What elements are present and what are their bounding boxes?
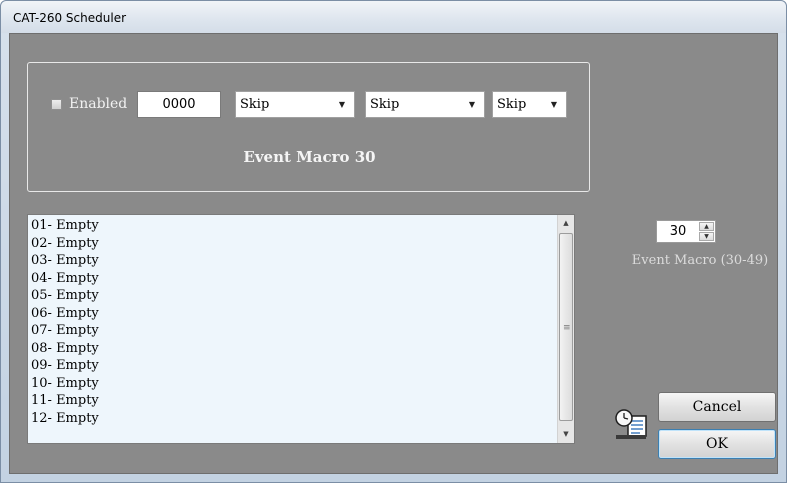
list-item[interactable]: 01- Empty	[31, 217, 99, 235]
scheduler-window: CAT-260 Scheduler Enabled 0000 Skip ▼ Sk…	[0, 0, 787, 483]
grip-icon: ≡	[563, 323, 571, 333]
list-item[interactable]: 12- Empty	[31, 410, 99, 428]
event-macro-title: Event Macro 30	[243, 148, 376, 166]
chevron-down-icon: ▼	[338, 100, 345, 109]
list-item[interactable]: 10- Empty	[31, 375, 99, 393]
scroll-up-arrow-icon[interactable]: ▲	[558, 215, 574, 232]
list-item[interactable]: 02- Empty	[31, 235, 99, 253]
ok-button[interactable]: OK	[658, 429, 776, 459]
title-bar[interactable]: CAT-260 Scheduler	[1, 1, 786, 33]
action-select-3[interactable]: Skip ▼	[492, 91, 567, 118]
window-title: CAT-260 Scheduler	[13, 11, 127, 25]
scheduler-clock-document-icon[interactable]	[614, 409, 650, 441]
list-item[interactable]: 09- Empty	[31, 357, 99, 375]
checkbox-box[interactable]	[51, 98, 62, 110]
vertical-scrollbar[interactable]: ▲ ≡ ▼	[557, 215, 574, 443]
macro-list: 01- Empty 02- Empty 03- Empty 04- Empty 05- …	[31, 217, 99, 427]
scroll-down-arrow-icon[interactable]: ▼	[558, 426, 574, 443]
spinner-buttons: ▲ ▼	[699, 222, 714, 241]
list-item[interactable]: 08- Empty	[31, 340, 99, 358]
list-item[interactable]: 07- Empty	[31, 322, 99, 340]
enabled-checkbox[interactable]: Enabled	[51, 96, 127, 112]
spinner-down-icon[interactable]: ▼	[699, 232, 714, 241]
client-area: Enabled 0000 Skip ▼ Skip ▼ Skip ▼ Event …	[9, 33, 778, 474]
action-select-2-value: Skip	[370, 97, 400, 112]
spinner-up-icon[interactable]: ▲	[699, 222, 714, 231]
chevron-down-icon: ▼	[550, 100, 557, 109]
scrollbar-thumb[interactable]: ≡	[559, 233, 573, 421]
event-macro-spinner[interactable]: 30 ▲ ▼	[656, 220, 716, 243]
macro-listbox[interactable]: 01- Empty 02- Empty 03- Empty 04- Empty 05- …	[27, 214, 575, 444]
event-macro-group: Enabled 0000 Skip ▼ Skip ▼ Skip ▼ Event …	[27, 62, 590, 192]
action-select-2[interactable]: Skip ▼	[365, 91, 485, 118]
chevron-down-icon: ▼	[468, 100, 475, 109]
spinner-value[interactable]: 30	[657, 221, 699, 242]
enabled-label: Enabled	[69, 96, 128, 112]
time-field[interactable]: 0000	[137, 91, 221, 118]
list-item[interactable]: 05- Empty	[31, 287, 99, 305]
action-select-3-value: Skip	[497, 97, 527, 112]
list-item[interactable]: 04- Empty	[31, 270, 99, 288]
action-select-1[interactable]: Skip ▼	[235, 91, 355, 118]
cancel-button[interactable]: Cancel	[658, 392, 776, 422]
action-select-1-value: Skip	[240, 97, 270, 112]
list-item[interactable]: 03- Empty	[31, 252, 99, 270]
spinner-label: Event Macro (30-49)	[631, 253, 769, 268]
list-item[interactable]: 11- Empty	[31, 392, 99, 410]
list-item[interactable]: 06- Empty	[31, 305, 99, 323]
